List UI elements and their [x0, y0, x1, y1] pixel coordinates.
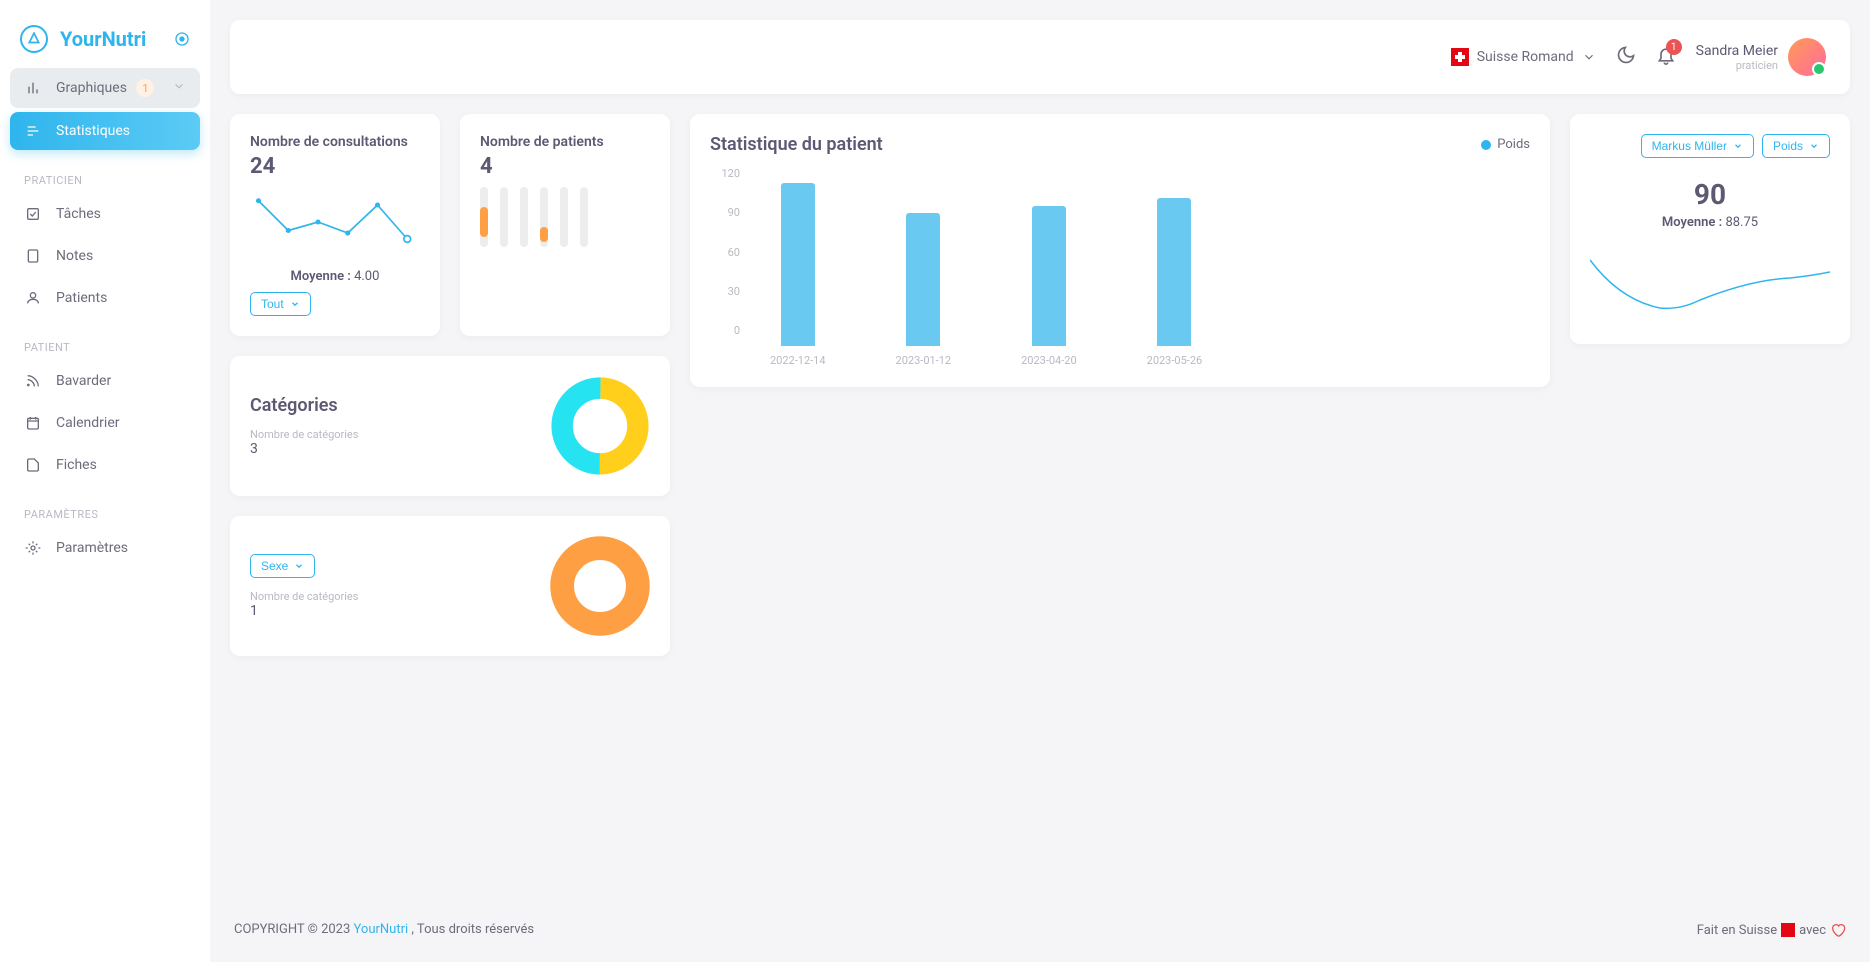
sparkline-chart — [250, 187, 420, 257]
chart-legend: Poids — [1481, 137, 1530, 152]
card-value: 3 — [250, 441, 550, 457]
chevron-down-icon — [290, 299, 300, 309]
heart-icon — [1830, 922, 1846, 938]
footer-made: Fait en Suisse — [1697, 923, 1777, 938]
nav-label: Notes — [56, 248, 93, 264]
flag-ch-icon — [1781, 923, 1795, 937]
footer-rights: , Tous droits réservés — [411, 922, 534, 937]
brand-icon — [20, 25, 48, 53]
file-icon — [24, 457, 42, 473]
nav-label: Graphiques — [56, 80, 127, 96]
check-square-icon — [24, 206, 42, 222]
nav-badge: 1 — [136, 79, 154, 97]
file-icon — [24, 248, 42, 264]
nav-label: Tâches — [56, 206, 101, 222]
card-patient-stats: Statistique du patient Poids 120 90 60 3… — [690, 114, 1550, 387]
sparkline-chart — [1590, 250, 1830, 320]
nav-fiches[interactable]: Fiches — [10, 446, 200, 484]
language-selector[interactable]: Suisse Romand — [1451, 48, 1596, 66]
logo: YourNutri — [10, 20, 200, 68]
card-consultations: Nombre de consultations 24 Moyenne : 4.0… — [230, 114, 440, 336]
nav-notes[interactable]: Notes — [10, 237, 200, 275]
calendar-icon — [24, 415, 42, 431]
brand-name: YourNutri — [60, 27, 146, 51]
bar-chart: 120 90 60 30 0 2022-12-14 2023-01-12 202… — [710, 167, 1530, 367]
notification-badge: 1 — [1666, 39, 1682, 55]
chevron-down-icon — [1809, 141, 1819, 151]
nav-calendrier[interactable]: Calendrier — [10, 404, 200, 442]
nav-label: Bavarder — [56, 373, 111, 389]
section-patient: PATIENT — [10, 321, 200, 362]
card-categories: Catégories Nombre de catégories 3 — [230, 356, 670, 496]
card-value: 4 — [480, 154, 650, 179]
user-icon — [24, 290, 42, 306]
nav-label: Paramètres — [56, 540, 128, 556]
filter-tout-select[interactable]: Tout — [250, 292, 311, 316]
filter-sexe-select[interactable]: Sexe — [250, 554, 315, 578]
footer-copyright: COPYRIGHT © 2023 — [234, 922, 350, 937]
card-patient-weight: Markus Müller Poids 90 Moyenne : 88.75 — [1570, 114, 1850, 344]
footer-brand-link[interactable]: YourNutri — [354, 922, 409, 937]
user-menu[interactable]: Sandra Meier praticien — [1696, 38, 1826, 76]
mini-bar-chart — [480, 187, 650, 247]
section-praticien: PRATICIEN — [10, 154, 200, 195]
theme-toggle[interactable] — [1616, 45, 1636, 69]
nav-patients[interactable]: Patients — [10, 279, 200, 317]
nav-statistiques[interactable]: Statistiques — [10, 112, 200, 150]
card-value: 1 — [250, 603, 550, 619]
sliders-icon — [24, 123, 42, 139]
bar-chart-icon — [24, 80, 42, 96]
chevron-down-icon — [172, 79, 186, 97]
metric-select[interactable]: Poids — [1762, 134, 1830, 158]
card-value: 24 — [250, 154, 420, 179]
collapse-icon[interactable] — [174, 31, 190, 47]
moon-icon — [1616, 45, 1636, 65]
card-title: Nombre de consultations — [250, 134, 420, 150]
card-patients: Nombre de patients 4 — [460, 114, 670, 336]
card-subtitle: Nombre de catégories — [250, 590, 550, 603]
nav-graphiques[interactable]: Graphiques 1 — [10, 68, 200, 108]
footer-avec: avec — [1799, 923, 1826, 938]
gear-icon — [24, 540, 42, 556]
notifications-button[interactable]: 1 — [1656, 45, 1676, 69]
card-subtitle: Nombre de catégories — [250, 428, 550, 441]
user-name: Sandra Meier — [1696, 43, 1778, 59]
rss-icon — [24, 373, 42, 389]
nav-taches[interactable]: Tâches — [10, 195, 200, 233]
nav-bavarder[interactable]: Bavarder — [10, 362, 200, 400]
card-title: Nombre de patients — [480, 134, 650, 150]
language-label: Suisse Romand — [1477, 49, 1574, 65]
sidebar: YourNutri Graphiques 1 Statistiques PRAT… — [0, 0, 210, 962]
moyenne-text: Moyenne : 4.00 — [250, 269, 420, 284]
chevron-down-icon — [1582, 50, 1596, 64]
metric-moyenne: Moyenne : 88.75 — [1590, 215, 1830, 230]
card-sexe: Sexe Nombre de catégories 1 — [230, 516, 670, 656]
flag-ch-icon — [1451, 48, 1469, 66]
footer: COPYRIGHT © 2023 YourNutri , Tous droits… — [230, 902, 1850, 942]
nav-label: Calendrier — [56, 415, 120, 431]
donut-chart — [550, 376, 650, 476]
topbar: Suisse Romand 1 Sandra Meier praticien — [230, 20, 1850, 94]
section-parametres: PARAMÈTRES — [10, 488, 200, 529]
nav-label: Patients — [56, 290, 107, 306]
nav-label: Fiches — [56, 457, 97, 473]
nav-label: Statistiques — [56, 123, 130, 139]
chevron-down-icon — [294, 561, 304, 571]
chart-title: Statistique du patient — [710, 134, 883, 155]
card-title: Catégories — [250, 395, 550, 416]
y-axis: 120 90 60 30 0 — [710, 167, 740, 337]
patient-select[interactable]: Markus Müller — [1641, 134, 1754, 158]
metric-value: 90 — [1590, 178, 1830, 211]
nav-parametres[interactable]: Paramètres — [10, 529, 200, 567]
donut-chart — [550, 536, 650, 636]
chevron-down-icon — [1733, 141, 1743, 151]
avatar — [1788, 38, 1826, 76]
user-role: praticien — [1696, 59, 1778, 72]
legend-dot-icon — [1481, 140, 1491, 150]
